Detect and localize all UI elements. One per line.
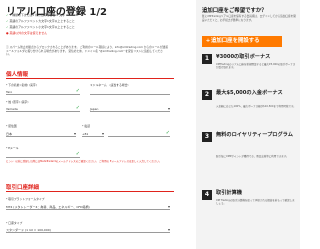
chevron-down-icon: ▾ <box>167 203 170 209</box>
country-value: 日本 <box>6 131 13 136</box>
registration-page: リアル口座の登録 1/2 ✓7 種類以下または2 桁の数字を含む 8 文字 ✓英… <box>0 0 300 249</box>
benefit-description: 取引毎にXMPポイントが獲得でき、景品交換等に利用できます。 <box>216 155 289 158</box>
registration-form: リアル口座の登録 1/2 ✓7 種類以下または2 桁の数字を含む 8 文字 ✓英… <box>6 0 174 249</box>
chevron-down-icon: ▾ <box>101 130 104 136</box>
benefit-number: 1 <box>202 54 212 64</box>
requirement-item: ✓英語のアルファベット小文字1文字以上とすること <box>6 25 75 29</box>
first-name-label: * 下の名前 (名前) (英字) <box>6 83 37 87</box>
open-additional-account-button[interactable]: +追加口座を開設する <box>202 36 282 47</box>
account-type-value: スタンダード (1 lot = 100,000) <box>6 227 51 232</box>
middle-name-field[interactable] <box>90 89 170 95</box>
valid-check-icon: ✓ <box>75 151 80 157</box>
middle-name-label: ミドルネーム (該当する場合) <box>90 83 129 87</box>
benefit-item: 2 最大$5,000の入金ボーナス 入金額に応じた100%、最大ボーナス額が$1… <box>202 90 297 134</box>
email-hint: ヒント: 以前に登録した際にはMetaTrader4のメールアドレスのご確認くだ… <box>6 160 162 163</box>
first-name-field[interactable]: Taro ✓ <box>6 88 80 95</box>
section-title-personal: 個人情報 <box>6 72 29 78</box>
section-divider <box>6 78 174 79</box>
last-name-value: Yamada <box>6 106 18 111</box>
chevron-down-icon: ▾ <box>73 130 76 136</box>
benefit-description: XMTradingのリアル口座を新規開設すると最大¥3,000の取引ボーナスが受… <box>216 63 296 70</box>
last-name-field[interactable]: Yamada ✓ <box>6 105 80 112</box>
country-label: * 居住国 <box>6 124 17 128</box>
country-select-secondary[interactable]: Japan ▾ <box>90 106 170 112</box>
first-name-value: Taro <box>6 89 13 94</box>
phone-code-value: +81 <box>82 131 89 136</box>
chevron-down-icon: ▾ <box>167 105 170 111</box>
valid-check-icon: ✓ <box>75 88 80 94</box>
valid-check-icon: ✓ <box>75 105 80 111</box>
benefit-description: XM Tradingの取引計算機を使って予想される損益を前もって確認しましょう。 <box>216 199 295 206</box>
phone-input[interactable]: ✓ <box>108 130 170 137</box>
warning-icon: ● <box>6 31 9 35</box>
platform-select[interactable]: MT4 (メタトレーダー4：為替、商品、エネルギー、CFD銘柄) ▾ <box>6 204 170 210</box>
country-secondary-value: Japan <box>90 106 99 111</box>
benefit-title: 取引計算機 <box>216 190 242 196</box>
benefit-title: ¥3000の取引ボーナス <box>216 54 271 60</box>
benefit-title: 最大$5,000の入金ボーナス <box>216 90 283 96</box>
phone-label: * 電話 <box>82 124 90 128</box>
email-label: * Eメール <box>6 146 19 150</box>
phone-code-select[interactable]: +81 ▾ <box>82 131 104 137</box>
benefit-item: 3 無料のロイヤリティープログラム 取引毎にXMPポイントが獲得でき、景品交換等… <box>202 132 297 176</box>
email-input[interactable]: ✓ <box>6 151 80 158</box>
sidebar: 追加口座をご希望ですか？ 既にXMTradingリアル口座を保有する会員様は、ロ… <box>196 0 300 249</box>
valid-check-icon: ✓ <box>165 130 170 136</box>
platform-value: MT4 (メタトレーダー4：為替、商品、エネルギー、CFD銘柄) <box>6 204 90 209</box>
account-type-select[interactable]: スタンダード (1 lot = 100,000) ▾ <box>6 227 170 233</box>
spam-notice: ⓘ スパーム防止の観点からブロックされることがあります。 ご利用のメール環境によ… <box>6 45 168 57</box>
country-select[interactable]: 日本 ▾ <box>6 131 76 137</box>
benefit-number: 2 <box>202 90 212 100</box>
sidebar-title: 追加口座をご希望ですか？ <box>202 8 267 14</box>
benefit-item: 4 取引計算機 XM Tradingの取引計算機を使って予想される損益を前もって… <box>202 190 297 230</box>
last-name-label: * 姓 (苗字) (英字) <box>6 100 29 104</box>
benefit-description: 入金額に応じた100%、最大ボーナス額が$10,500まで利用可能です。 <box>216 105 296 108</box>
benefit-title: 無料のロイヤリティープログラム <box>216 132 293 138</box>
requirement-item-unmet: ●英語以外の文字は使えません <box>6 31 48 35</box>
benefit-number: 4 <box>202 190 212 200</box>
section-divider <box>6 191 174 192</box>
platform-label: * 取引プラットフォームタイプ <box>6 197 45 201</box>
benefit-number: 3 <box>202 132 212 142</box>
sidebar-description: 既にXMTradingリアル口座を保有する会員様は、ログインしてから追加口座を開… <box>202 15 296 22</box>
requirement-item: ✓7 種類以下または2 桁の数字を含む 8 文字 <box>6 13 65 17</box>
section-title-account: 取引口座詳細 <box>6 185 40 191</box>
chevron-down-icon: ▾ <box>167 226 170 232</box>
requirement-item: ✓英語のアルファベット大文字1文字以上とすること <box>6 19 75 23</box>
account-type-label: * 口座タイプ <box>6 221 23 225</box>
